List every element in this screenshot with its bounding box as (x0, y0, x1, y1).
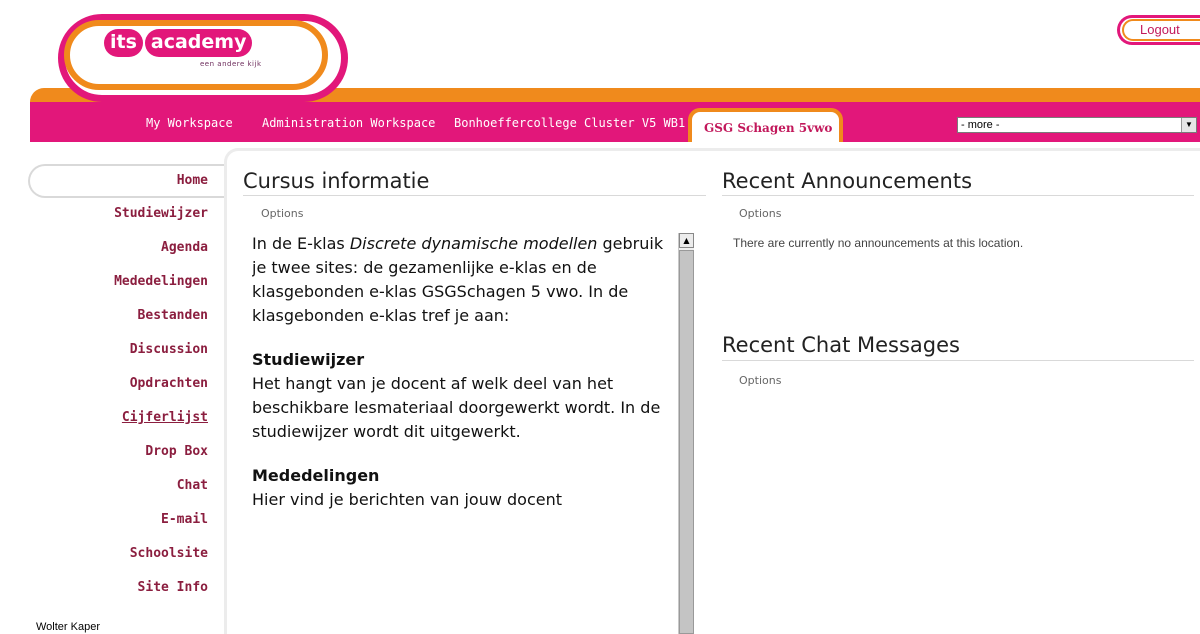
tab-my-workspace[interactable]: My Workspace (146, 116, 233, 130)
sidebar-item-home[interactable]: Home (177, 173, 208, 188)
logout-button-ring (1122, 19, 1200, 41)
course-info-title: Cursus informatie (243, 169, 430, 193)
studiewijzer-paragraph: Het hangt van je docent af welk deel van… (252, 374, 661, 441)
sidebar-item-drop-box[interactable]: Drop Box (145, 444, 208, 459)
sidebar-item-cijferlijst[interactable]: Cijferlijst (122, 410, 208, 425)
studiewijzer-heading: Studiewijzer (252, 350, 365, 369)
mededelingen-paragraph: Hier vind je berichten van jouw docent (252, 490, 563, 509)
announcements-options-link[interactable]: Options (739, 207, 781, 220)
course-info-options-link[interactable]: Options (261, 207, 303, 220)
user-name: Wolter Kaper (36, 621, 100, 633)
announcements-divider (722, 195, 1194, 196)
tab-bonhoeffercollege[interactable]: Bonhoeffercollege Cluster V5 WB1 (454, 116, 685, 130)
scroll-up-arrow-icon[interactable]: ▲ (679, 233, 694, 248)
announcements-empty-message: There are currently no announcements at … (733, 236, 1024, 250)
sidebar-item-mededelingen[interactable]: Mededelingen (114, 274, 208, 289)
logo-word-academy: academy (144, 29, 253, 57)
sidebar-item-email[interactable]: E-mail (161, 512, 208, 527)
sidebar-item-opdrachten[interactable]: Opdrachten (130, 376, 208, 391)
course-info-text: In de E-klas Discrete dynamische modelle… (252, 232, 678, 634)
sidebar-item-agenda[interactable]: Agenda (161, 240, 208, 255)
chat-messages-title: Recent Chat Messages (722, 333, 960, 357)
tab-administration-workspace[interactable]: Administration Workspace (262, 116, 435, 130)
scrollbar-thumb[interactable] (679, 250, 694, 634)
chat-messages-divider (722, 360, 1194, 361)
its-academy-logo[interactable]: its academy (104, 29, 253, 59)
sidebar-item-studiewijzer[interactable]: Studiewijzer (114, 206, 208, 221)
course-intro-start: In de E-klas (252, 234, 350, 253)
more-sites-select[interactable]: - more - ▼ (957, 117, 1197, 133)
logo-tagline: een andere kijk (200, 60, 262, 68)
more-sites-value: - more - (961, 119, 1000, 131)
chat-options-link[interactable]: Options (739, 374, 781, 387)
course-intro-paragraph: In de E-klas Discrete dynamische modelle… (252, 232, 678, 328)
course-intro-emphasis: Discrete dynamische modellen (349, 234, 598, 253)
announcements-title: Recent Announcements (722, 169, 973, 193)
course-info-divider (243, 195, 706, 196)
sidebar-item-schoolsite[interactable]: Schoolsite (130, 546, 208, 561)
sidebar-item-chat[interactable]: Chat (177, 478, 208, 493)
sidebar-item-discussion[interactable]: Discussion (130, 342, 208, 357)
logo-word-its: its (104, 29, 143, 57)
sidebar-item-bestanden[interactable]: Bestanden (138, 308, 208, 323)
chevron-down-icon[interactable]: ▼ (1181, 118, 1196, 132)
tab-gsg-schagen-label: GSG Schagen 5vwo (704, 121, 833, 135)
sidebar-item-site-info[interactable]: Site Info (138, 580, 208, 595)
mededelingen-heading: Mededelingen (252, 466, 380, 485)
tab-gsg-schagen-active[interactable]: GSG Schagen 5vwo (688, 108, 843, 142)
